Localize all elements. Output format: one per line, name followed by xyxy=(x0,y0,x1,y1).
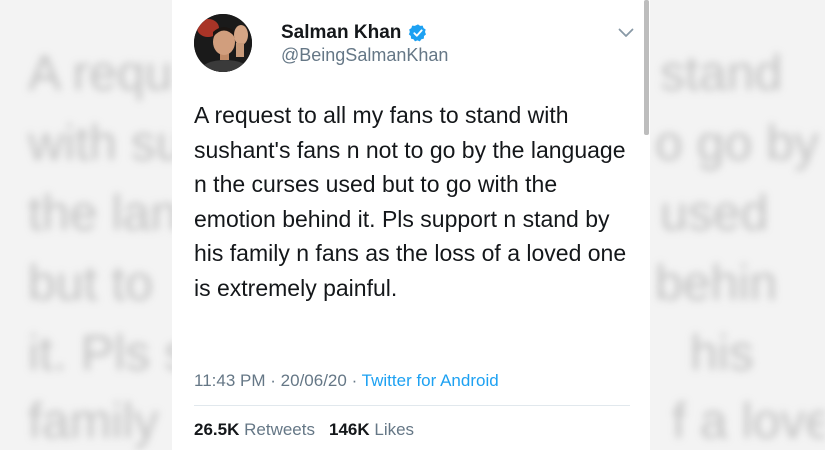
likes-label: Likes xyxy=(374,420,415,439)
avatar[interactable] xyxy=(194,14,252,72)
tweet-date[interactable]: 20/06/20 xyxy=(281,371,347,390)
bg-text-line: o go by xyxy=(655,115,820,171)
bg-text-line: used xyxy=(660,185,769,241)
likes-count: 146K xyxy=(328,420,370,439)
bg-text-line: but to xyxy=(28,255,154,311)
tweet-time[interactable]: 11:43 PM xyxy=(194,371,266,390)
bg-text-line: family xyxy=(28,393,159,449)
tweet-meta: 11:43 PM · 20/06/20 · Twitter for Androi… xyxy=(194,371,499,391)
avatar-photo xyxy=(194,14,252,72)
tweet-text: A request to all my fans to stand with s… xyxy=(194,102,627,301)
bg-text-line: with su xyxy=(28,115,184,171)
tweet-card: Salman Khan @BeingSalmanKhan A request t… xyxy=(172,0,650,450)
bg-text-line: behin xyxy=(655,255,778,311)
bg-text-line: it. Pls s xyxy=(28,325,190,381)
meta-separator: · xyxy=(351,371,358,390)
retweets-count: 26.5K xyxy=(194,420,240,439)
user-handle[interactable]: @BeingSalmanKhan xyxy=(281,45,448,66)
meta-separator: · xyxy=(270,371,276,390)
bg-text-line: A requ xyxy=(28,45,173,101)
divider xyxy=(194,405,630,406)
verified-badge-icon xyxy=(408,24,426,42)
bg-text-line: stand xyxy=(660,45,783,101)
retweets-stat[interactable]: 26.5K Retweets xyxy=(194,420,315,439)
chevron-down-icon[interactable] xyxy=(618,28,634,38)
tweet-source-link[interactable]: Twitter for Android xyxy=(362,371,499,390)
retweets-label: Retweets xyxy=(244,420,315,439)
scrollbar[interactable] xyxy=(644,0,649,135)
bg-text-line: his xyxy=(690,325,754,381)
likes-stat[interactable]: 146K Likes xyxy=(329,420,414,439)
display-name[interactable]: Salman Khan xyxy=(281,22,401,44)
tweet-stats: 26.5K Retweets 146K Likes xyxy=(194,420,414,440)
bg-text-line: f a loved xyxy=(672,393,825,449)
bg-text-line: the lan xyxy=(28,185,179,241)
